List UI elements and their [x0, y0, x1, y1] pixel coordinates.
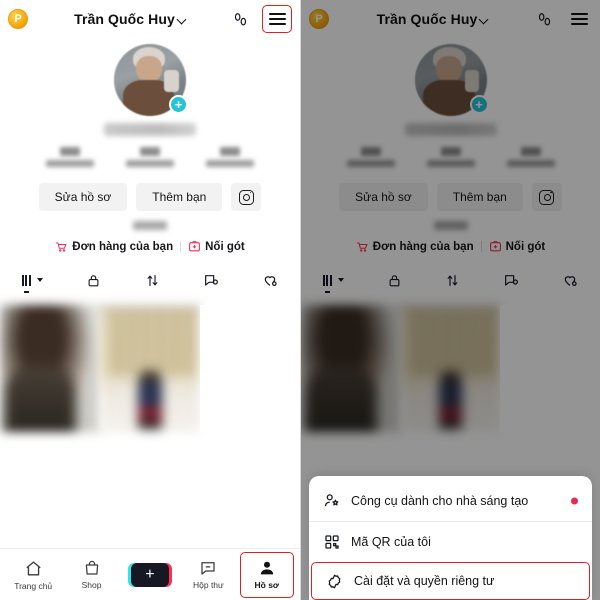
tab-repost[interactable] — [145, 273, 160, 288]
shopping-cart-icon — [55, 241, 68, 253]
instagram-button[interactable] — [231, 183, 262, 211]
profile-links: Đơn hàng của bạn Nối gót — [55, 240, 245, 253]
settings-gear-icon — [326, 573, 343, 590]
edit-profile-button[interactable]: Sửa hồ sơ — [38, 183, 128, 211]
page-title: Trần Quốc Huy — [74, 11, 175, 27]
add-tag-icon — [188, 240, 201, 253]
hamburger-lines — [268, 13, 286, 25]
menu-item-settings-privacy-label: Cài đặt và quyền riêng tư — [354, 574, 495, 588]
screenshot-root: P Trần Quốc Huy + Sửa hồ sơ Thêm bạn Đơn… — [0, 0, 600, 600]
profile-stats — [30, 147, 270, 167]
nav-home-label: Trang chủ — [14, 580, 53, 591]
bottom-navigation: Trang chủ Shop + Hộp thư Hồ sơ — [0, 548, 300, 600]
creator-tools-icon — [323, 492, 340, 509]
profile-handle-redacted — [104, 123, 196, 136]
app-header: P Trần Quốc Huy — [0, 0, 300, 38]
follow-steps-link-label: Nối gót — [205, 240, 245, 253]
profile-actions: Sửa hồ sơ Thêm bạn — [38, 183, 262, 211]
menu-item-creator-tools-label: Công cụ dành cho nhà sáng tạo — [351, 493, 529, 508]
nav-shop[interactable]: Shop — [65, 552, 119, 598]
nav-profile-label: Hồ sơ — [254, 580, 279, 590]
post-grid-empty-cell — [200, 305, 300, 432]
coin-icon[interactable]: P — [8, 9, 28, 29]
grid-icon — [21, 274, 31, 286]
tab-liked[interactable] — [262, 272, 278, 288]
profile-name-dropdown[interactable]: Trần Quốc Huy — [34, 11, 227, 27]
tab-posts[interactable] — [21, 274, 43, 293]
instagram-icon — [238, 189, 254, 205]
qr-code-icon — [323, 534, 340, 551]
nav-inbox[interactable]: Hộp thư — [181, 552, 235, 598]
stat-followers[interactable] — [126, 147, 174, 167]
status-badge — [571, 497, 578, 504]
profile-section: + Sửa hồ sơ Thêm bạn Đơn hàng của bạn Nố… — [0, 38, 300, 253]
stat-likes[interactable] — [206, 147, 254, 167]
avatar[interactable]: + — [114, 44, 188, 116]
header-icons — [227, 5, 292, 33]
nav-home[interactable]: Trang chủ — [6, 552, 60, 598]
plus-icon[interactable]: + — [127, 562, 172, 587]
add-friend-badge-icon[interactable]: + — [169, 95, 188, 114]
tab-private[interactable] — [86, 273, 101, 288]
orders-link-label: Đơn hàng của bạn — [72, 240, 174, 253]
nav-inbox-label: Hộp thư — [192, 580, 224, 590]
profile-bio-redacted — [133, 221, 167, 230]
menu-item-creator-tools[interactable]: Công cụ dành cho nhà sáng tạo — [309, 480, 592, 521]
chevron-down-icon — [178, 16, 187, 25]
nav-shop-label: Shop — [81, 580, 102, 590]
add-friend-button[interactable]: Thêm bạn — [136, 183, 223, 211]
post-thumbnail[interactable] — [100, 305, 200, 432]
footsteps-icon[interactable] — [227, 6, 253, 32]
post-thumbnail[interactable] — [0, 305, 100, 432]
nav-create[interactable]: + — [123, 552, 177, 598]
orders-link[interactable]: Đơn hàng của bạn — [55, 241, 173, 253]
menu-item-settings-privacy[interactable]: Cài đặt và quyền riêng tư — [311, 562, 590, 600]
menu-item-my-qr-code[interactable]: Mã QR của tôi — [309, 521, 592, 562]
follow-steps-link[interactable]: Nối gót — [188, 240, 245, 253]
menu-item-my-qr-code-label: Mã QR của tôi — [351, 535, 431, 549]
profile-menu-sheet: Công cụ dành cho nhà sáng tạo Mã QR của … — [309, 476, 592, 600]
left-phone-panel: P Trần Quốc Huy + Sửa hồ sơ Thêm bạn Đơn… — [0, 0, 300, 600]
chevron-down-icon — [36, 278, 43, 282]
nav-profile[interactable]: Hồ sơ — [239, 551, 294, 598]
right-phone-panel: P Trần Quốc Huy + Sửa hồ sơ Thêm bạn Đơn… — [300, 0, 600, 600]
stat-following[interactable] — [46, 147, 94, 167]
tab-tagged[interactable] — [203, 272, 219, 288]
profile-tabs — [0, 265, 300, 295]
link-divider — [180, 241, 182, 252]
hamburger-menu-icon[interactable] — [262, 5, 292, 33]
post-grid — [0, 305, 300, 432]
